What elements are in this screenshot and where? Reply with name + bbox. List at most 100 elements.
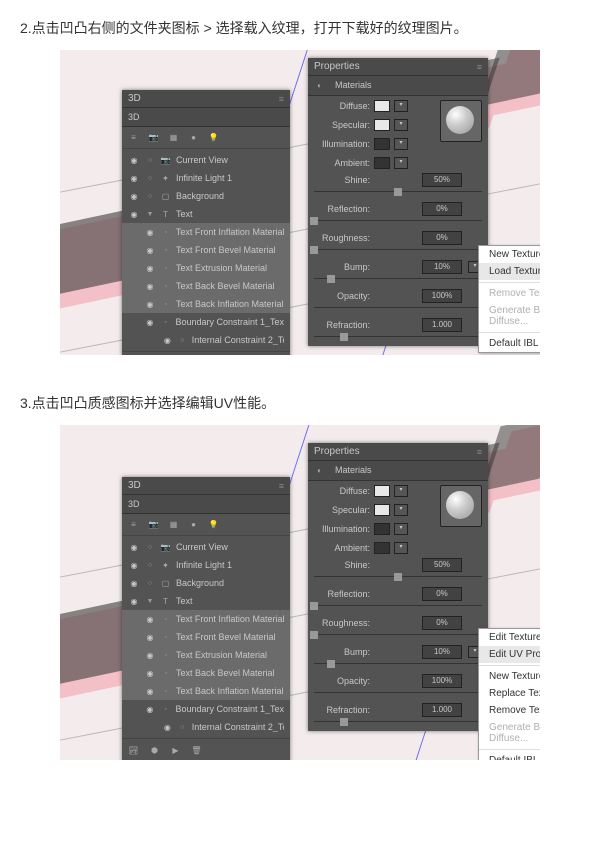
folder-icon[interactable]: ▾ [394,157,408,169]
props-menu-icon-2[interactable]: ≡ [477,447,482,457]
eye-icon[interactable]: ◉ [162,721,173,733]
eye-icon[interactable]: ◉ [162,334,173,346]
context-menu-item[interactable]: Edit Texture... [479,629,540,646]
materials-icon[interactable]: ◐ [314,80,325,91]
tree-item[interactable]: ◉▫Text Front Inflation Material [122,223,290,241]
filter-icon[interactable]: ≡ [128,132,139,143]
context-menu-item[interactable]: Load Texture... [479,263,540,280]
tree-item[interactable]: ◉▫Boundary Constraint 1_Text [122,700,290,718]
slider-track[interactable] [314,248,482,252]
folder-icon[interactable]: ▾ [394,542,408,554]
slider-track[interactable] [314,604,482,608]
tree-item[interactable]: ◉○▢Background [122,574,290,592]
color-swatch[interactable] [374,138,390,150]
context-menu-item[interactable]: New Texture... [479,246,540,263]
tree-item[interactable]: ◉○📷Current View [122,151,290,169]
tree-item[interactable]: ◉○📷Current View [122,538,290,556]
eye-icon[interactable]: ◉ [128,190,140,202]
slider-handle[interactable] [310,631,318,639]
mat-icon[interactable]: ● [188,132,199,143]
eye-icon[interactable]: ◉ [128,577,140,589]
panel-menu-icon-2[interactable]: ≡ [279,481,284,491]
tree-item[interactable]: ◉○Internal Constraint 2_Text [122,331,290,349]
slider-track[interactable] [314,277,482,281]
tree-item[interactable]: ◉▫Text Back Bevel Material [122,277,290,295]
slider-value[interactable]: 1.000 [422,703,462,717]
color-swatch[interactable] [374,542,390,554]
slider-handle[interactable] [310,246,318,254]
tab-3d[interactable]: 3D [128,112,140,122]
delete-icon[interactable]: 🗑 [191,745,202,756]
color-swatch[interactable] [374,504,390,516]
eye-icon[interactable]: ◉ [144,298,156,310]
slider-value[interactable]: 0% [422,231,462,245]
scene-icon[interactable]: 🏞 [128,745,139,756]
tree-item[interactable]: ◉▫Text Front Inflation Material [122,610,290,628]
slider-track[interactable] [314,575,482,579]
slider-track[interactable] [314,219,482,223]
materials-tab-2[interactable]: Materials [335,465,372,476]
eye-icon[interactable]: ◉ [144,703,156,715]
eye-icon[interactable]: ◉ [128,559,140,571]
slider-value[interactable]: 1.000 [422,318,462,332]
eye-icon[interactable]: ◉ [144,280,156,292]
slider-track[interactable] [314,633,482,637]
folder-icon[interactable]: ▾ [394,119,408,131]
light-icon[interactable]: 💡 [208,132,219,143]
props-menu-icon[interactable]: ≡ [477,62,482,72]
slider-track[interactable] [314,691,482,695]
eye-icon[interactable]: ◉ [144,262,156,274]
folder-icon[interactable]: ▾ [394,100,408,112]
slider-handle[interactable] [394,573,402,581]
eye-icon[interactable]: ◉ [144,649,156,661]
eye-icon[interactable]: ◉ [128,595,140,607]
materials-icon-2[interactable]: ◐ [314,465,325,476]
slider-track[interactable] [314,190,482,194]
slider-track[interactable] [314,720,482,724]
eye-icon[interactable]: ◉ [128,208,140,220]
slider-value[interactable]: 50% [422,173,462,187]
slider-handle[interactable] [310,602,318,610]
filter-icon[interactable]: ≡ [128,519,139,530]
mesh-icon[interactable]: ▦ [168,519,179,530]
panel-menu-icon[interactable]: ≡ [279,94,284,104]
tree-item[interactable]: ◉○✦Infinite Light 1 [122,556,290,574]
slider-value[interactable]: 10% [422,260,462,274]
tree-item[interactable]: ◉▫Text Back Inflation Material [122,682,290,700]
eye-icon[interactable]: ◉ [128,172,140,184]
slider-track[interactable] [314,662,482,666]
tree-item[interactable]: ◉▫Text Front Bevel Material [122,628,290,646]
color-swatch[interactable] [374,100,390,112]
tree-item[interactable]: ◉○✦Infinite Light 1 [122,169,290,187]
cam-icon[interactable]: 📷 [148,132,159,143]
mesh-icon[interactable]: ▦ [168,132,179,143]
context-menu-item[interactable]: Default IBL [479,335,540,352]
slider-value[interactable]: 0% [422,587,462,601]
tree-item[interactable]: ◉▫Boundary Constraint 1_Text [122,313,290,331]
tree-item[interactable]: ◉▼TText [122,592,290,610]
context-menu-item[interactable]: Remove Texture [479,702,540,719]
eye-icon[interactable]: ◉ [144,613,156,625]
tree-item[interactable]: ◉▫Text Back Bevel Material [122,664,290,682]
folder-icon[interactable]: ▾ [394,138,408,150]
tree-item[interactable]: ◉▫Text Back Inflation Material [122,295,290,313]
env-icon[interactable]: ⬢ [149,745,160,756]
eye-icon[interactable]: ◉ [128,154,140,166]
light-icon[interactable]: 💡 [208,519,219,530]
cam-icon[interactable]: 📷 [148,519,159,530]
context-menu-item[interactable]: Default IBL [479,752,540,760]
folder-icon[interactable]: ▾ [394,485,408,497]
folder-icon[interactable]: ▾ [394,504,408,516]
tab-3d-2[interactable]: 3D [128,499,140,509]
slider-value[interactable]: 100% [422,674,462,688]
tree-item[interactable]: ◉▫Text Extrusion Material [122,646,290,664]
tree-item[interactable]: ◉▫Text Extrusion Material [122,259,290,277]
render-icon[interactable]: ▶ [170,745,181,756]
material-preview[interactable] [440,100,482,142]
eye-icon[interactable]: ◉ [128,541,140,553]
context-menu-item[interactable]: New Texture... [479,668,540,685]
slider-handle[interactable] [340,718,348,726]
color-swatch[interactable] [374,157,390,169]
folder-icon[interactable]: ▾ [394,523,408,535]
slider-handle[interactable] [310,217,318,225]
